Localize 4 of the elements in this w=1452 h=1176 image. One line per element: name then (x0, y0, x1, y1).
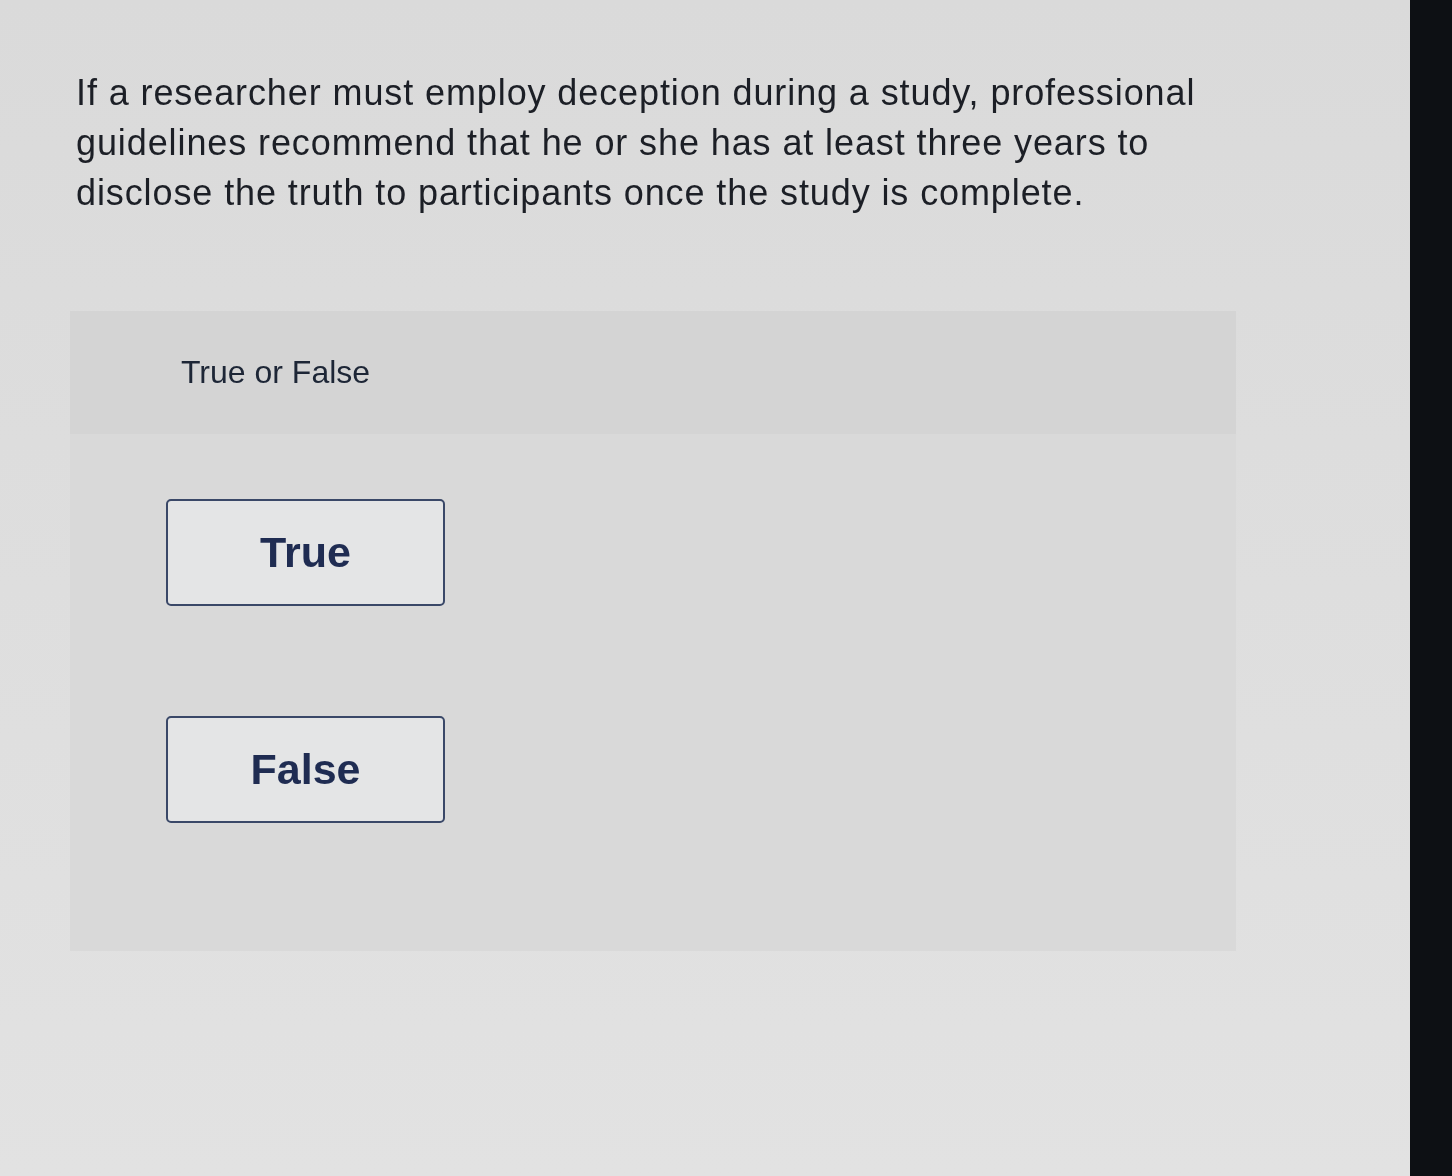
prompt-text: True or False (181, 354, 371, 391)
question-text: If a researcher must employ deception during a study, professional guidelines recommend that he or she has at least three years to disclose the truth to participants once the study is complete. (76, 71, 1197, 215)
answer-option[interactable]: True (166, 499, 445, 606)
answer-option[interactable]: False (166, 716, 445, 823)
